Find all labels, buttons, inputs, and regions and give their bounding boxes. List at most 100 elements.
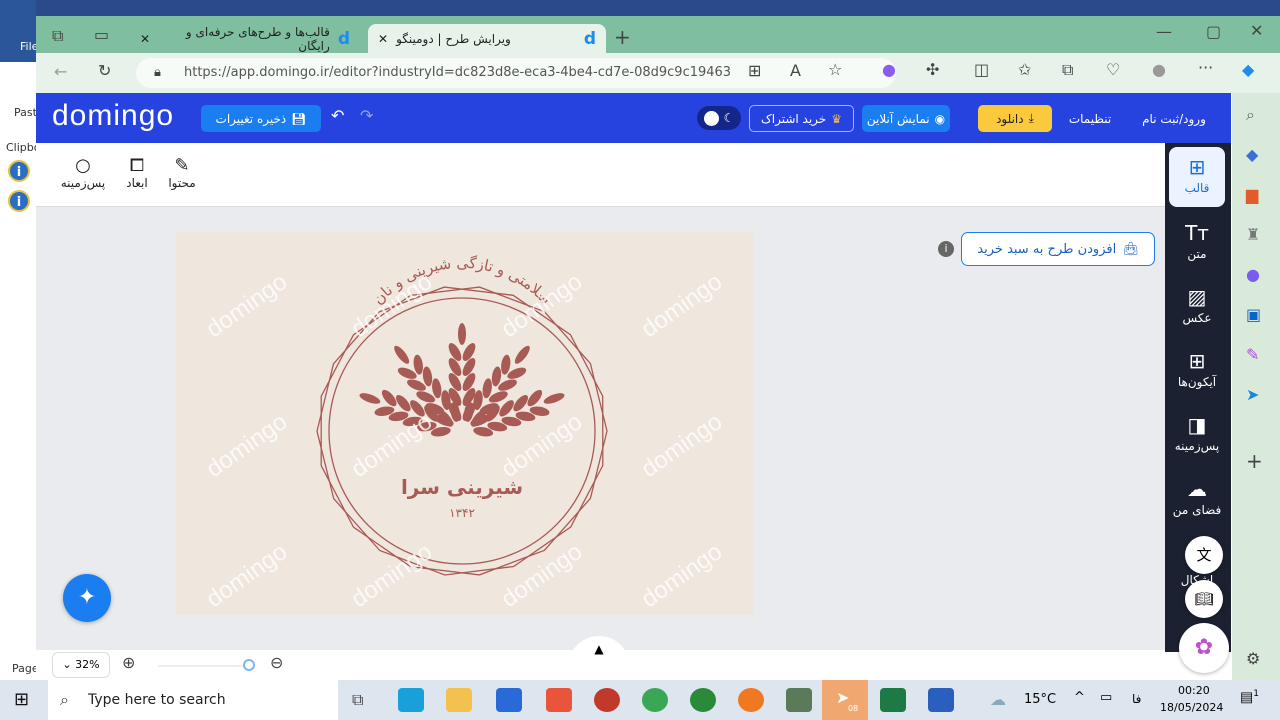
copilot-icon[interactable]: ◆ xyxy=(1242,60,1254,79)
sidebar-item-icons[interactable]: ⊞ آیکون‌ها xyxy=(1169,341,1225,401)
performance-icon[interactable]: ♡ xyxy=(1106,60,1120,79)
add-to-cart-button[interactable]: 👜︎ افزودن طرح به سبد خرید xyxy=(961,232,1155,266)
language-indicator[interactable]: فا xyxy=(1132,692,1141,706)
settings-icon[interactable]: ⚙ xyxy=(1246,649,1260,668)
split-screen-icon[interactable]: ◫ xyxy=(974,60,989,79)
tool-dimensions[interactable]: ⧠ ابعاد xyxy=(120,155,154,190)
url-input[interactable]: 🔒︎ https://app.domingo.ir/editor?industry… xyxy=(136,58,896,88)
zoom-slider[interactable] xyxy=(158,665,248,667)
clock-date[interactable]: 18/05/2024 xyxy=(1160,701,1223,714)
search-icon[interactable]: ⌕ xyxy=(1246,105,1255,125)
firefox-icon[interactable] xyxy=(738,688,764,712)
info-icon: i xyxy=(8,160,30,182)
design-canvas[interactable]: سلامتی و تازگی شیرینی و نان شیرینی سرا ۱… xyxy=(176,232,754,615)
dark-mode-toggle[interactable]: ☾ xyxy=(697,106,741,130)
magic-wand-button[interactable]: ✦ xyxy=(63,574,111,622)
tab-bar: ⧉ ▭ d قالب‌ها و طرح‌های حرفه‌ای و رایگان… xyxy=(36,16,1280,53)
weather-icon: ☁ xyxy=(990,690,1006,709)
moon-icon: ☾ xyxy=(723,111,735,125)
games-icon[interactable]: ♜ xyxy=(1246,225,1260,244)
resize-icon: ⧠ xyxy=(129,155,145,176)
maximize-icon[interactable]: ▢ xyxy=(1206,22,1221,41)
app-icon[interactable] xyxy=(786,688,812,712)
microsoft365-icon[interactable]: ● xyxy=(1246,265,1260,284)
back-icon[interactable]: ← xyxy=(54,62,67,81)
vertical-tabs-icon[interactable]: ▭ xyxy=(94,25,109,44)
excel-icon[interactable] xyxy=(880,688,906,712)
taskbar-search-input[interactable]: ⌕ Type here to search xyxy=(48,680,338,720)
outlook-icon[interactable]: ▣ xyxy=(1246,305,1261,324)
favorite-icon[interactable]: ☆ xyxy=(828,60,842,79)
tool-content[interactable]: ✎ محتوا xyxy=(164,155,200,190)
undo-icon[interactable]: ↶ xyxy=(331,106,344,125)
minimize-icon[interactable]: — xyxy=(1156,22,1172,41)
refresh-icon[interactable]: ↻ xyxy=(98,61,111,80)
psiphon-icon[interactable] xyxy=(594,688,620,712)
zoom-in-icon[interactable]: ⊕ xyxy=(122,653,135,672)
zoom-slider-handle[interactable] xyxy=(243,659,255,671)
close-tab-icon[interactable]: ✕ xyxy=(140,32,150,46)
file-explorer-icon[interactable] xyxy=(446,688,472,712)
more-icon[interactable]: ··· xyxy=(1198,58,1213,77)
bottom-bar: ⌄ 32% ⊕ ⊖ ▲ xyxy=(36,636,1165,680)
zoom-select[interactable]: ⌄ 32% xyxy=(52,652,110,678)
new-tab-icon[interactable]: + xyxy=(614,25,631,49)
save-changes-button[interactable]: 💾︎ ذخیره تغییرات xyxy=(201,105,321,132)
favorites-icon[interactable]: ✩ xyxy=(1018,60,1031,79)
redo-icon[interactable]: ↷ xyxy=(360,106,373,125)
tray-chevron-icon[interactable]: ^ xyxy=(1074,690,1085,705)
tab-templates[interactable]: d قالب‌ها و طرح‌های حرفه‌ای و رایگان ✕ xyxy=(130,24,360,53)
edge-taskbar-icon[interactable] xyxy=(398,688,424,712)
read-aloud-icon[interactable]: A xyxy=(790,61,801,80)
immersive-reader-icon[interactable]: 📖︎ xyxy=(1185,580,1223,618)
windows-taskbar: ⊞ ⌕ Type here to search ⧉ ➤ 08 ☁ 15°C ^ ▭ … xyxy=(0,680,1280,720)
sidebar-item-template[interactable]: ⊞ قالب xyxy=(1169,147,1225,207)
store-icon[interactable] xyxy=(496,688,522,712)
settings-link[interactable]: تنظیمات xyxy=(1064,105,1116,132)
online-preview-button[interactable]: ◉ نمایش آنلاین xyxy=(862,105,950,132)
chrome-icon[interactable] xyxy=(642,688,668,712)
subscribe-button[interactable]: ♛ خرید اشتراک xyxy=(749,105,854,132)
tool-background[interactable]: ○ پس‌زمینه xyxy=(58,155,108,190)
domingo-favicon-icon: d xyxy=(583,28,596,49)
app-header: domingo 💾︎ ذخیره تغییرات ↶ ↷ ☾ ♛ خرید اشتر… xyxy=(36,93,1231,143)
sidebar-item-text[interactable]: Tт متن xyxy=(1169,213,1225,273)
app-available-icon[interactable]: ⊞ xyxy=(748,61,761,80)
collections-icon[interactable]: ⧉ xyxy=(1062,60,1073,80)
info-icon[interactable]: i xyxy=(938,241,954,257)
zoom-out-icon[interactable]: ⊖ xyxy=(270,653,283,672)
copilot-extension-icon[interactable]: ● xyxy=(882,60,896,79)
profile-icon[interactable]: ● xyxy=(1152,60,1166,79)
sidebar-item-my-space[interactable]: ☁ فضای من xyxy=(1169,469,1225,529)
add-icon[interactable]: + xyxy=(1246,449,1263,473)
word-icon[interactable] xyxy=(928,688,954,712)
telegram-taskbar-icon[interactable]: ➤ 08 xyxy=(822,680,868,720)
shopping-tag-icon[interactable]: ◆ xyxy=(1246,145,1258,164)
close-window-icon[interactable]: ✕ xyxy=(1250,21,1263,40)
domingo-logo[interactable]: domingo xyxy=(52,99,174,133)
circle-icon: ○ xyxy=(75,155,91,176)
task-view-icon[interactable]: ⧉ xyxy=(352,690,363,710)
notifications-icon[interactable]: ▤1 xyxy=(1240,689,1259,706)
sidebar-item-background[interactable]: ◨ پس‌زمینه xyxy=(1169,405,1225,465)
translate-icon[interactable]: 文 xyxy=(1185,536,1223,574)
telegram-icon[interactable]: ➤ xyxy=(1246,385,1259,404)
network-icon[interactable]: ▭ xyxy=(1100,690,1112,705)
login-link[interactable]: ورود/ثبت نام xyxy=(1134,105,1214,132)
extensions-icon[interactable]: ✣ xyxy=(926,60,939,79)
idm-icon[interactable] xyxy=(690,688,716,712)
download-button[interactable]: ⤓ دانلود xyxy=(978,105,1052,132)
lock-icon[interactable]: 🔒︎ xyxy=(154,58,161,88)
c-app-icon[interactable] xyxy=(546,688,572,712)
ai-brain-icon[interactable]: ✿ xyxy=(1179,623,1229,673)
windows-start-icon[interactable]: ⊞ xyxy=(14,689,29,710)
tab-editor[interactable]: d ویرایش طرح | دومینگو ✕ xyxy=(368,24,606,53)
desktop-background xyxy=(0,0,1280,16)
close-tab-icon[interactable]: ✕ xyxy=(378,32,388,46)
designer-icon[interactable]: ✎ xyxy=(1246,345,1259,364)
workspaces-icon[interactable]: ⧉ xyxy=(52,26,63,46)
weather-temp[interactable]: 15°C xyxy=(1024,692,1056,707)
clock-time[interactable]: 00:20 xyxy=(1178,684,1210,697)
sidebar-item-photo[interactable]: ▨ عکس xyxy=(1169,277,1225,337)
tools-icon[interactable]: ▆ xyxy=(1246,185,1258,204)
